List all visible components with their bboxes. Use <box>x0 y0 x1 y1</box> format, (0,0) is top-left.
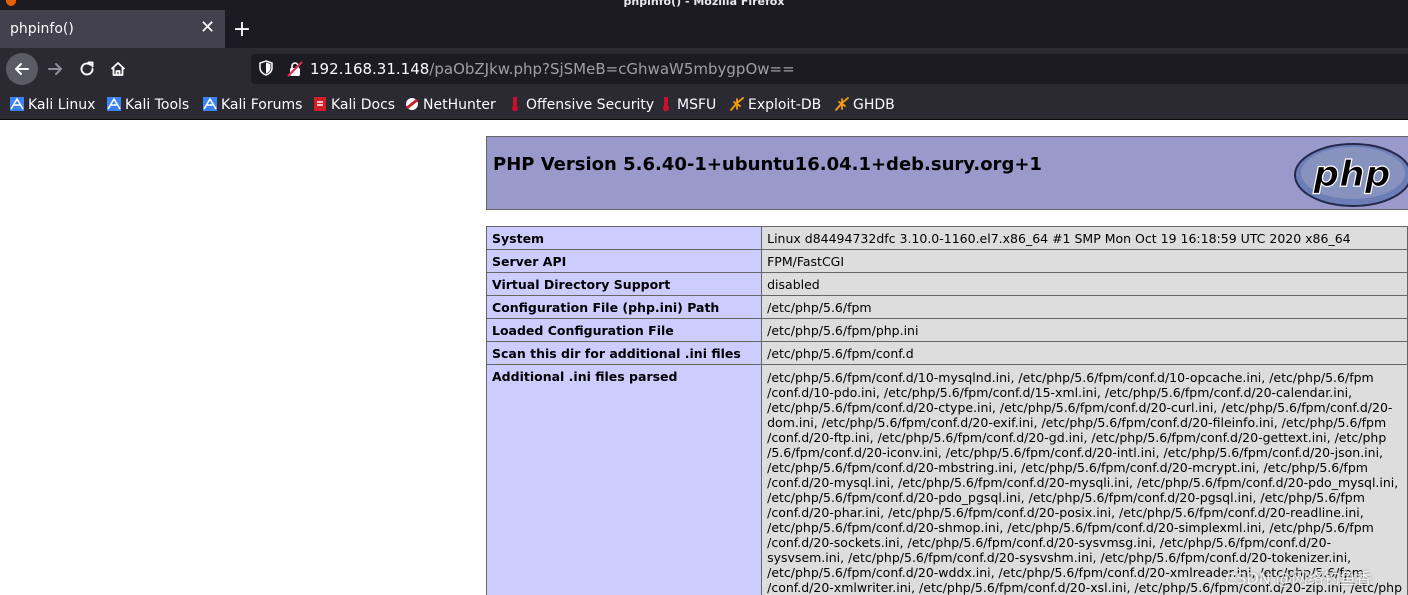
bookmarks-toolbar: Kali Linux Kali Tools Kali Forums Kali D… <box>0 90 1408 120</box>
bookmark-label: Kali Linux <box>28 97 96 113</box>
offsec-icon <box>663 97 669 112</box>
window-title: phpinfo() - Mozilla Firefox <box>623 0 785 8</box>
new-tab-button[interactable]: + <box>231 18 253 42</box>
table-row: System Linux d84494732dfc 3.10.0-1160.el… <box>485 226 1408 250</box>
arrow-left-icon <box>15 63 29 75</box>
php-version-heading: PHP Version 5.6.40-1+ubuntu16.04.1+deb.s… <box>493 154 1042 175</box>
ini-line: sysvsem.ini, /etc/php/5.6/fpm/conf.d/20-… <box>767 550 1352 565</box>
table-row: Server API FPM/FastCGI <box>485 249 1408 273</box>
row-key: Server API <box>485 249 763 273</box>
ini-line: /conf.d/20-mysql.ini, /etc/php/5.6/fpm/c… <box>767 475 1399 490</box>
row-key: Loaded Configuration File <box>485 318 763 342</box>
offsec-icon <box>512 97 518 112</box>
bookmark-label: Exploit-DB <box>748 97 822 113</box>
row-value: /etc/php/5.6/fpm/php.ini <box>761 318 1408 342</box>
table-row: Additional .ini files parsed /etc/php/5.… <box>485 364 1408 595</box>
ini-line: /conf.d/20-sockets.ini, /etc/php/5.6/fpm… <box>767 535 1332 550</box>
bookmark-label: Kali Tools <box>125 97 190 113</box>
nethunter-icon <box>406 98 418 110</box>
tracking-shield-icon[interactable] <box>259 60 273 76</box>
row-value: Linux d84494732dfc 3.10.0-1160.el7.x86_6… <box>761 226 1408 250</box>
ini-line: /5.6/fpm/conf.d/20-iconv.ini, /etc/php/5… <box>767 445 1384 460</box>
kali-dragon-icon <box>10 97 24 111</box>
bookmark-label: GHDB <box>853 97 895 113</box>
forward-button[interactable] <box>40 54 70 84</box>
php-logo-icon[interactable]: php <box>1293 142 1408 208</box>
php-version-header: PHP Version 5.6.40-1+ubuntu16.04.1+deb.s… <box>486 136 1408 210</box>
back-button[interactable] <box>6 53 38 85</box>
bookmark-label: Kali Forums <box>221 97 303 113</box>
tab-close-icon[interactable]: ✕ <box>200 19 215 37</box>
reload-button[interactable] <box>72 54 102 84</box>
page-viewport: PHP Version 5.6.40-1+ubuntu16.04.1+deb.s… <box>0 120 1408 595</box>
bookmark-label: Kali Docs <box>331 97 396 113</box>
bookmark-kali-docs[interactable]: Kali Docs <box>312 96 395 114</box>
ini-line: dom.ini, /etc/php/5.6/fpm/conf.d/20-exif… <box>767 415 1387 430</box>
bookmark-label: MSFU <box>677 97 717 113</box>
row-value: disabled <box>761 272 1408 296</box>
row-key: Virtual Directory Support <box>485 272 763 296</box>
url-bar[interactable]: 192.168.31.148/paObZJkw.php?SjSMeB=cGhwa… <box>251 54 1408 84</box>
url-path: /paObZJkw.php?SjSMeB=cGhwaW5mbygpOw== <box>429 60 795 78</box>
window-titlebar: phpinfo() - Mozilla Firefox <box>0 0 1408 10</box>
watermark: CSDN @网络钓鱼香 <box>1225 569 1372 588</box>
ini-line: /etc/php/5.6/fpm/conf.d/20-ctype.ini, /e… <box>767 400 1393 415</box>
row-key: System <box>485 226 763 250</box>
tab-label: phpinfo() <box>10 21 74 37</box>
ini-line: /conf.d/20-phar.ini, /etc/php/5.6/fpm/co… <box>767 505 1364 520</box>
row-value: /etc/php/5.6/fpm <box>761 295 1408 319</box>
ini-line: /etc/php/5.6/fpm/conf.d/20-pdo_pgsql.ini… <box>767 490 1365 505</box>
arrow-right-icon <box>48 63 62 75</box>
bookmark-label: Offensive Security <box>526 97 655 113</box>
bookmark-exploit-db[interactable]: Exploit-DB <box>729 96 821 114</box>
row-key: Configuration File (php.ini) Path <box>485 295 763 319</box>
home-icon <box>110 62 126 76</box>
row-value: /etc/php/5.6/fpm/conf.d <box>761 341 1408 365</box>
url-host: 192.168.31.148 <box>310 60 430 78</box>
bookmark-ghdb[interactable]: GHDB <box>834 96 895 114</box>
row-key: Scan this dir for additional .ini files <box>485 341 763 365</box>
row-value: FPM/FastCGI <box>761 249 1408 273</box>
exploitdb-icon <box>835 97 849 111</box>
insecure-lock-icon[interactable] <box>287 61 303 77</box>
ini-line: /conf.d/10-pdo.ini, /etc/php/5.6/fpm/con… <box>767 385 1353 400</box>
kali-docs-icon <box>314 97 326 111</box>
kali-dragon-icon <box>203 97 217 111</box>
ini-line: /etc/php/5.6/fpm/conf.d/10-mysqlnd.ini, … <box>767 370 1374 385</box>
row-key: Additional .ini files parsed <box>485 364 763 595</box>
php-logo-text: php <box>1312 154 1390 195</box>
bookmark-label: NetHunter <box>423 97 496 113</box>
bookmark-offensive-security[interactable]: Offensive Security <box>507 96 654 114</box>
navigation-toolbar: 192.168.31.148/paObZJkw.php?SjSMeB=cGhwa… <box>0 48 1408 90</box>
reload-icon <box>80 61 94 76</box>
table-row: Configuration File (php.ini) Path /etc/p… <box>485 295 1408 319</box>
url-text[interactable]: 192.168.31.148/paObZJkw.php?SjSMeB=cGhwa… <box>310 60 795 78</box>
ini-line: /etc/php/5.6/fpm/conf.d/20-mbstring.ini,… <box>767 460 1368 475</box>
table-row: Virtual Directory Support disabled <box>485 272 1408 296</box>
table-row: Scan this dir for additional .ini files … <box>485 341 1408 365</box>
ini-files-value: /etc/php/5.6/fpm/conf.d/10-mysqlnd.ini, … <box>761 364 1408 595</box>
ini-line: /etc/php/5.6/fpm/conf.d/20-shmop.ini, /e… <box>767 520 1374 535</box>
bookmark-kali-linux[interactable]: Kali Linux <box>9 96 95 114</box>
home-button[interactable] <box>103 54 133 84</box>
bookmark-kali-forums[interactable]: Kali Forums <box>202 96 302 114</box>
ini-line: /conf.d/20-ftp.ini, /etc/php/5.6/fpm/con… <box>767 430 1387 445</box>
tab-phpinfo[interactable]: phpinfo() ✕ <box>0 10 225 48</box>
kali-dragon-icon <box>107 97 121 111</box>
bookmark-nethunter[interactable]: NetHunter <box>404 96 496 114</box>
exploitdb-icon <box>730 97 744 111</box>
bookmark-msfu[interactable]: MSFU <box>658 96 716 114</box>
table-row: Loaded Configuration File /etc/php/5.6/f… <box>485 318 1408 342</box>
php-info-table: System Linux d84494732dfc 3.10.0-1160.el… <box>485 226 1408 595</box>
bookmark-kali-tools[interactable]: Kali Tools <box>106 96 189 114</box>
